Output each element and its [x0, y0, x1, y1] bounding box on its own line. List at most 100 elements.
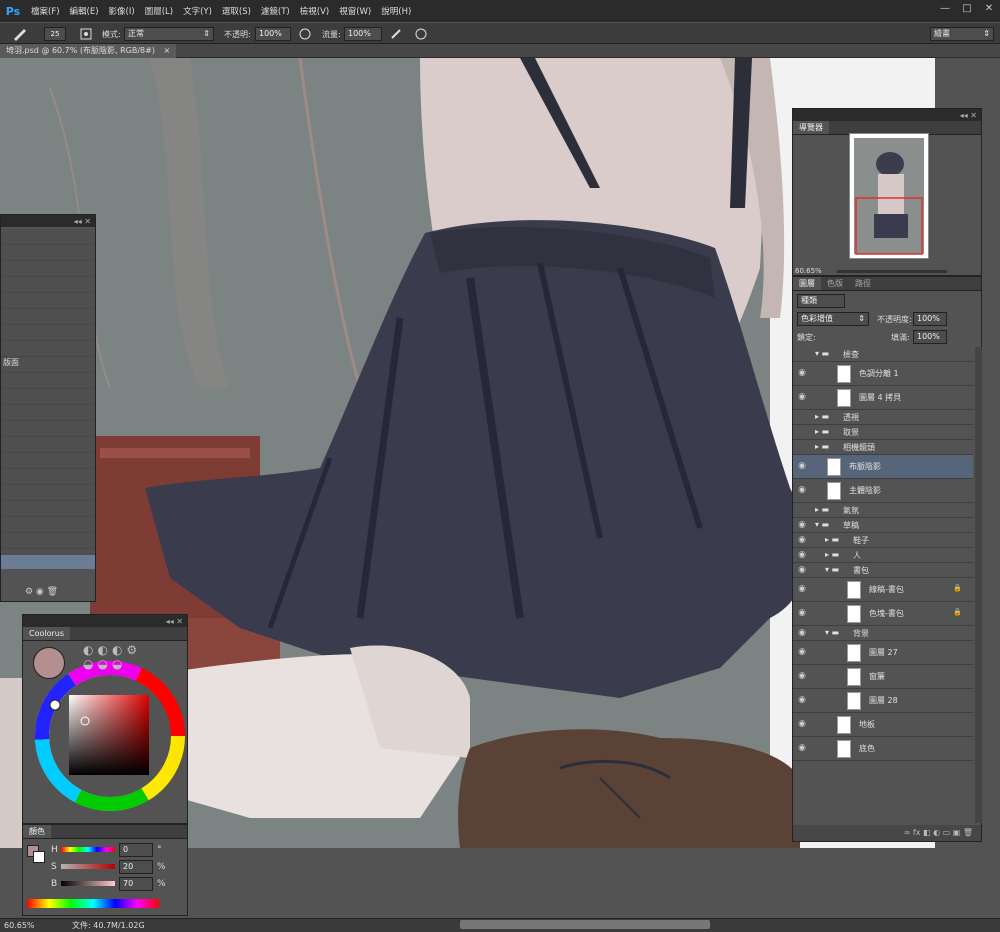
group-folder-icon[interactable]: ▸ ▬ [815, 427, 829, 436]
visibility-eye-icon[interactable]: ◉ [797, 392, 807, 402]
maximize-button[interactable]: □ [956, 0, 978, 18]
fill-input[interactable]: 100% [913, 330, 947, 344]
background-color-swatch[interactable] [33, 851, 45, 863]
horizontal-scrollbar[interactable] [460, 920, 710, 929]
group-folder-icon[interactable]: ▸ ▬ [815, 505, 829, 514]
layer-row[interactable]: ◉ 線稿-書包 🔒 [793, 578, 973, 602]
visibility-eye-icon[interactable]: ◉ [797, 550, 807, 560]
layer-filter-select[interactable]: 種類 [797, 294, 845, 308]
layer-row[interactable]: ▸ ▬ 相機鏡頭 [793, 440, 973, 455]
layer-row[interactable]: ◉ 窗簾 [793, 665, 973, 689]
layer-row[interactable]: ◉ ▸ ▬ 人 [793, 548, 973, 563]
tab-layers[interactable]: 圖層 [793, 277, 821, 290]
layer-row[interactable]: ◉ ▾ ▬ 草稿 [793, 518, 973, 533]
visibility-eye-icon[interactable]: ◉ [797, 520, 807, 530]
visibility-eye-icon[interactable]: ◉ [797, 584, 807, 594]
layer-row[interactable]: ▸ ▬ 透視 [793, 410, 973, 425]
left-panel-item[interactable]: 版面 [3, 357, 19, 368]
layer-row[interactable]: ◉ 色調分離 1 [793, 362, 973, 386]
s-slider[interactable] [61, 864, 115, 869]
group-folder-icon[interactable]: ▸ ▬ [825, 550, 839, 559]
blend-mode-select[interactable]: 色彩增值 ⇕ [797, 312, 869, 326]
layer-row[interactable]: ◉ 圖層 28 [793, 689, 973, 713]
document-tab-close[interactable]: × [164, 46, 171, 55]
menu-item-window[interactable]: 視窗(W) [334, 5, 376, 17]
layer-row[interactable]: ◉ 底色 [793, 737, 973, 761]
layer-row[interactable]: ▾ ▬ 檢查 [793, 347, 973, 362]
visibility-eye-icon[interactable]: ◉ [797, 565, 807, 575]
group-folder-icon[interactable]: ▾ ▬ [825, 565, 839, 574]
opacity-input[interactable]: 100% [255, 27, 291, 41]
visibility-eye-icon[interactable]: ◉ [797, 719, 807, 729]
visibility-eye-icon[interactable]: ◉ [797, 368, 807, 378]
pressure-opacity-icon[interactable] [298, 28, 312, 40]
workspace-select[interactable]: 繪畫 ⇕ [930, 27, 994, 41]
navigator-preview[interactable] [849, 133, 929, 259]
flow-input[interactable]: 100% [344, 27, 382, 41]
brush-size-picker[interactable]: 25 [44, 27, 66, 41]
layers-footer[interactable]: ∞ fx ◧ ◐ ▭ ▣ 🗑 [793, 825, 981, 841]
layer-scrollbar[interactable] [975, 347, 982, 823]
group-folder-icon[interactable]: ▾ ▬ [815, 349, 829, 358]
visibility-eye-icon[interactable]: ◉ [797, 485, 807, 495]
visibility-eye-icon[interactable]: ◉ [797, 671, 807, 681]
layer-row[interactable]: ◉ 色塊-書包 🔒 [793, 602, 973, 626]
visibility-eye-icon[interactable]: ◉ [797, 695, 807, 705]
document-tab[interactable]: 埼羽.psd @ 60.7% (布脈陰影, RGB/8#) × [0, 44, 177, 58]
visibility-eye-icon[interactable]: ◉ [797, 461, 807, 471]
pressure-size-icon[interactable] [414, 28, 428, 40]
minimize-button[interactable]: — [934, 0, 956, 18]
tab-channels[interactable]: 色版 [821, 277, 849, 290]
color-ramp[interactable] [27, 899, 159, 908]
b-input[interactable]: 70 [119, 877, 153, 891]
navigator-zoom[interactable]: 60.65% [795, 267, 822, 275]
s-input[interactable]: 20 [119, 860, 153, 874]
b-slider[interactable] [61, 881, 115, 886]
layer-row[interactable]: ◉ 布脈陰影 [793, 455, 973, 479]
tab-coolorus[interactable]: Coolorus [23, 627, 71, 640]
airbrush-icon[interactable] [390, 28, 404, 40]
left-panel-footer-icons[interactable]: ⚙ ◉ 🗑 [25, 587, 58, 597]
menu-item-help[interactable]: 說明(H) [376, 5, 416, 17]
mode-select[interactable]: 正常 ⇕ [124, 27, 214, 41]
group-folder-icon[interactable]: ▸ ▬ [825, 535, 839, 544]
menu-item-file[interactable]: 檔案(F) [26, 5, 65, 17]
menu-item-image[interactable]: 影像(I) [104, 5, 140, 17]
visibility-eye-icon[interactable]: ◉ [797, 608, 807, 618]
layer-row[interactable]: ◉ ▾ ▬ 書包 [793, 563, 973, 578]
layer-row[interactable]: ◉ ▾ ▬ 背景 [793, 626, 973, 641]
visibility-eye-icon[interactable]: ◉ [797, 647, 807, 657]
layer-row[interactable]: ◉ 圖層 4 拷貝 [793, 386, 973, 410]
group-folder-icon[interactable]: ▾ ▬ [825, 628, 839, 637]
visibility-eye-icon[interactable]: ◉ [797, 535, 807, 545]
group-folder-icon[interactable]: ▸ ▬ [815, 412, 829, 421]
menu-item-select[interactable]: 選取(S) [217, 5, 256, 17]
group-folder-icon[interactable]: ▾ ▬ [815, 520, 829, 529]
layer-row[interactable]: ▸ ▬ 氣氛 [793, 503, 973, 518]
layer-row[interactable]: ◉ 地板 [793, 713, 973, 737]
close-button[interactable]: ✕ [978, 0, 1000, 18]
visibility-eye-icon[interactable]: ◉ [797, 743, 807, 753]
h-slider[interactable] [61, 847, 115, 852]
layer-row[interactable]: ◉ 主體陰影 [793, 479, 973, 503]
left-panel-list[interactable] [1, 229, 95, 569]
menu-item-layer[interactable]: 圖層(L) [140, 5, 178, 17]
visibility-eye-icon[interactable]: ◉ [797, 628, 807, 638]
menu-item-edit[interactable]: 編輯(E) [65, 5, 104, 17]
coolorus-mode-icons[interactable]: ◐◐◐⚙ ◒◒◒ [83, 643, 183, 693]
left-panel-selected-row[interactable] [1, 555, 95, 569]
tab-color[interactable]: 顏色 [23, 825, 51, 838]
brush-panel-icon[interactable] [80, 28, 92, 40]
h-input[interactable]: 0 [119, 843, 153, 857]
tab-paths[interactable]: 路徑 [849, 277, 877, 290]
menu-item-view[interactable]: 檢視(V) [295, 5, 334, 17]
tab-navigator[interactable]: 導覽器 [793, 121, 829, 134]
menu-item-type[interactable]: 文字(Y) [178, 5, 217, 17]
layer-opacity-input[interactable]: 100% [913, 312, 947, 326]
navigator-zoom-slider[interactable] [837, 270, 947, 273]
layer-row[interactable]: ▸ ▬ 取景 [793, 425, 973, 440]
group-folder-icon[interactable]: ▸ ▬ [815, 442, 829, 451]
menu-item-filter[interactable]: 濾鏡(T) [256, 5, 295, 17]
status-zoom[interactable]: 60.65% [4, 919, 35, 932]
brush-tool-icon[interactable] [12, 27, 28, 41]
